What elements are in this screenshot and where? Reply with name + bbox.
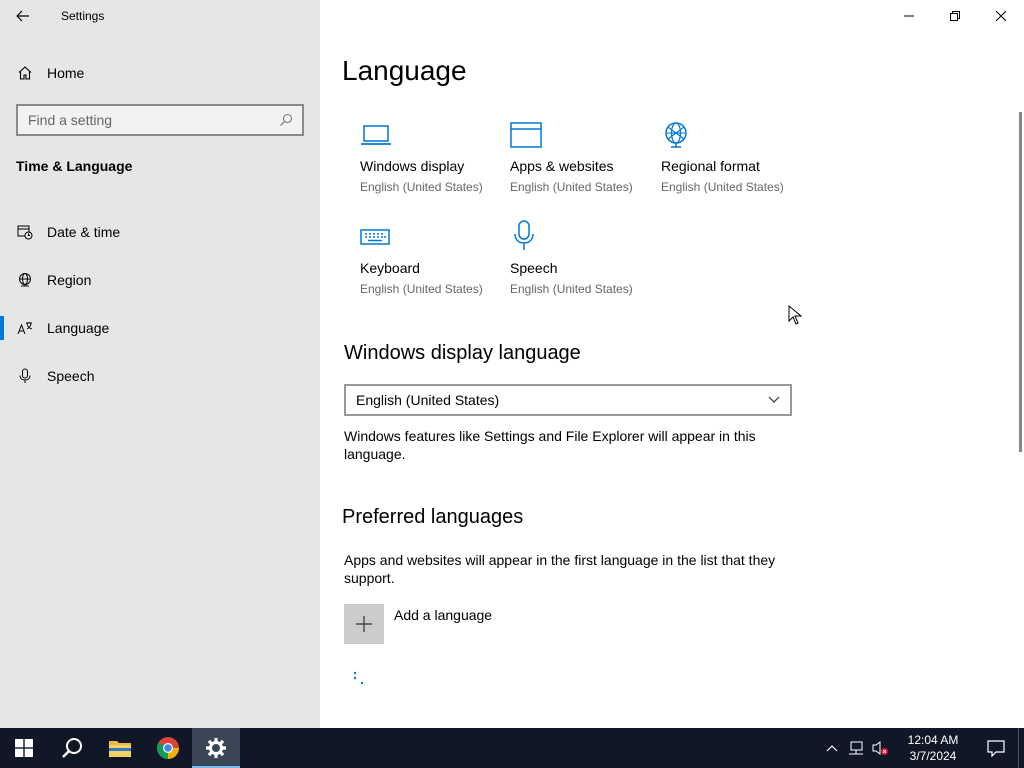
tile-label: Windows display [360,158,465,174]
tile-sub: English (United States) [510,282,633,296]
sidebar-item-label: Language [47,320,110,336]
restore-icon [950,11,960,21]
chevron-up-icon[interactable] [820,728,844,768]
tile-sub: English (United States) [510,180,633,194]
preferred-languages-heading: Preferred languages [342,506,524,528]
back-button[interactable] [0,0,46,32]
laptop-icon [360,118,400,150]
tile-speech[interactable]: Speech English (United States) [510,220,650,296]
search-icon[interactable] [270,106,302,134]
title-bar: Settings [0,0,320,32]
close-button[interactable] [978,0,1024,32]
tile-regional-format[interactable]: Regional format English (United States) [661,118,801,194]
add-language-label: Add a language [394,607,493,623]
taskbar-clock[interactable]: 12:04 AM 3/7/2024 [898,732,968,764]
clock-time: 12:04 AM [907,733,959,747]
show-desktop-button[interactable] [1018,728,1024,768]
section-title: Time & Language [16,158,133,174]
home-icon [17,65,33,81]
microphone-icon [17,368,33,384]
chrome-button[interactable] [144,728,192,768]
globe-icon [17,272,33,288]
main-content: Language Windows display English (United… [320,0,1024,728]
sidebar-item-label: Date & time [47,224,121,240]
tile-label: Apps & websites [510,158,614,174]
regional-globe-icon [661,118,701,150]
windows-logo-icon [15,739,33,757]
sidebar: Settings Home Find a setting Time & Lang… [0,0,320,728]
clock-calendar-icon [17,224,33,240]
display-language-description: Windows features like Settings and File … [344,428,756,462]
tile-keyboard[interactable]: Keyboard English (United States) [360,220,500,296]
window-controls [886,0,1024,32]
sidebar-item-label: Speech [47,368,95,384]
add-language-button[interactable]: Add a language [344,604,492,644]
plus-icon [344,604,384,644]
tile-apps-websites[interactable]: Apps & websites English (United States) [510,118,650,194]
file-explorer-button[interactable] [96,728,144,768]
scrollbar[interactable] [1019,112,1022,452]
minimize-button[interactable] [886,0,932,32]
window-title: Settings [61,9,105,23]
notification-icon [987,740,1005,757]
taskbar-search-button[interactable] [48,728,96,768]
keyboard-icon [360,220,400,252]
taskbar: 12:04 AM 3/7/2024 [0,728,1024,768]
tile-sub: English (United States) [360,180,483,194]
display-language-heading: Windows display language [344,342,581,364]
close-icon [996,11,1006,21]
settings-taskbar-button[interactable] [192,728,240,768]
sidebar-item-date-time[interactable]: Date & time [0,208,320,256]
home-label: Home [47,65,85,81]
sidebar-item-label: Region [47,272,92,288]
search-input[interactable]: Find a setting [28,112,270,128]
folder-icon [109,741,131,757]
tile-label: Speech [510,260,558,276]
microphone-icon [510,220,550,252]
page-title: Language [342,55,467,86]
display-language-dropdown[interactable]: English (United States) [344,384,792,416]
tile-sub: English (United States) [661,180,784,194]
restore-button[interactable] [932,0,978,32]
back-arrow-icon [16,10,29,22]
dropdown-selected: English (United States) [356,392,500,408]
start-button[interactable] [0,728,48,768]
system-tray: 12:04 AM 3/7/2024 [820,728,1024,768]
sidebar-item-region[interactable]: Region [0,256,320,304]
chevron-down-icon [758,396,790,404]
tile-sub: English (United States) [360,282,483,296]
browser-window-icon [510,118,550,150]
search-box[interactable]: Find a setting [16,104,304,136]
language-icon [17,320,33,336]
mouse-cursor-icon [788,304,803,330]
sidebar-item-home[interactable]: Home [0,56,320,90]
loading-spinner-icon [352,670,368,686]
tile-label: Regional format [661,158,760,174]
tile-label: Keyboard [360,260,420,276]
sidebar-item-language[interactable]: Language [0,304,320,352]
chrome-icon [157,737,179,759]
network-icon[interactable] [844,728,868,768]
preferred-languages-description: Apps and websites will appear in the fir… [344,552,776,586]
clock-date: 3/7/2024 [909,749,957,763]
minimize-icon [904,15,914,17]
volume-muted-icon[interactable] [868,728,892,768]
tile-windows-display[interactable]: Windows display English (United States) [360,118,500,194]
sidebar-nav: Date & time Region Language Speech [0,208,320,400]
search-icon [62,738,82,758]
sidebar-item-speech[interactable]: Speech [0,352,320,400]
action-center-button[interactable] [974,728,1018,768]
gear-icon [206,738,226,758]
